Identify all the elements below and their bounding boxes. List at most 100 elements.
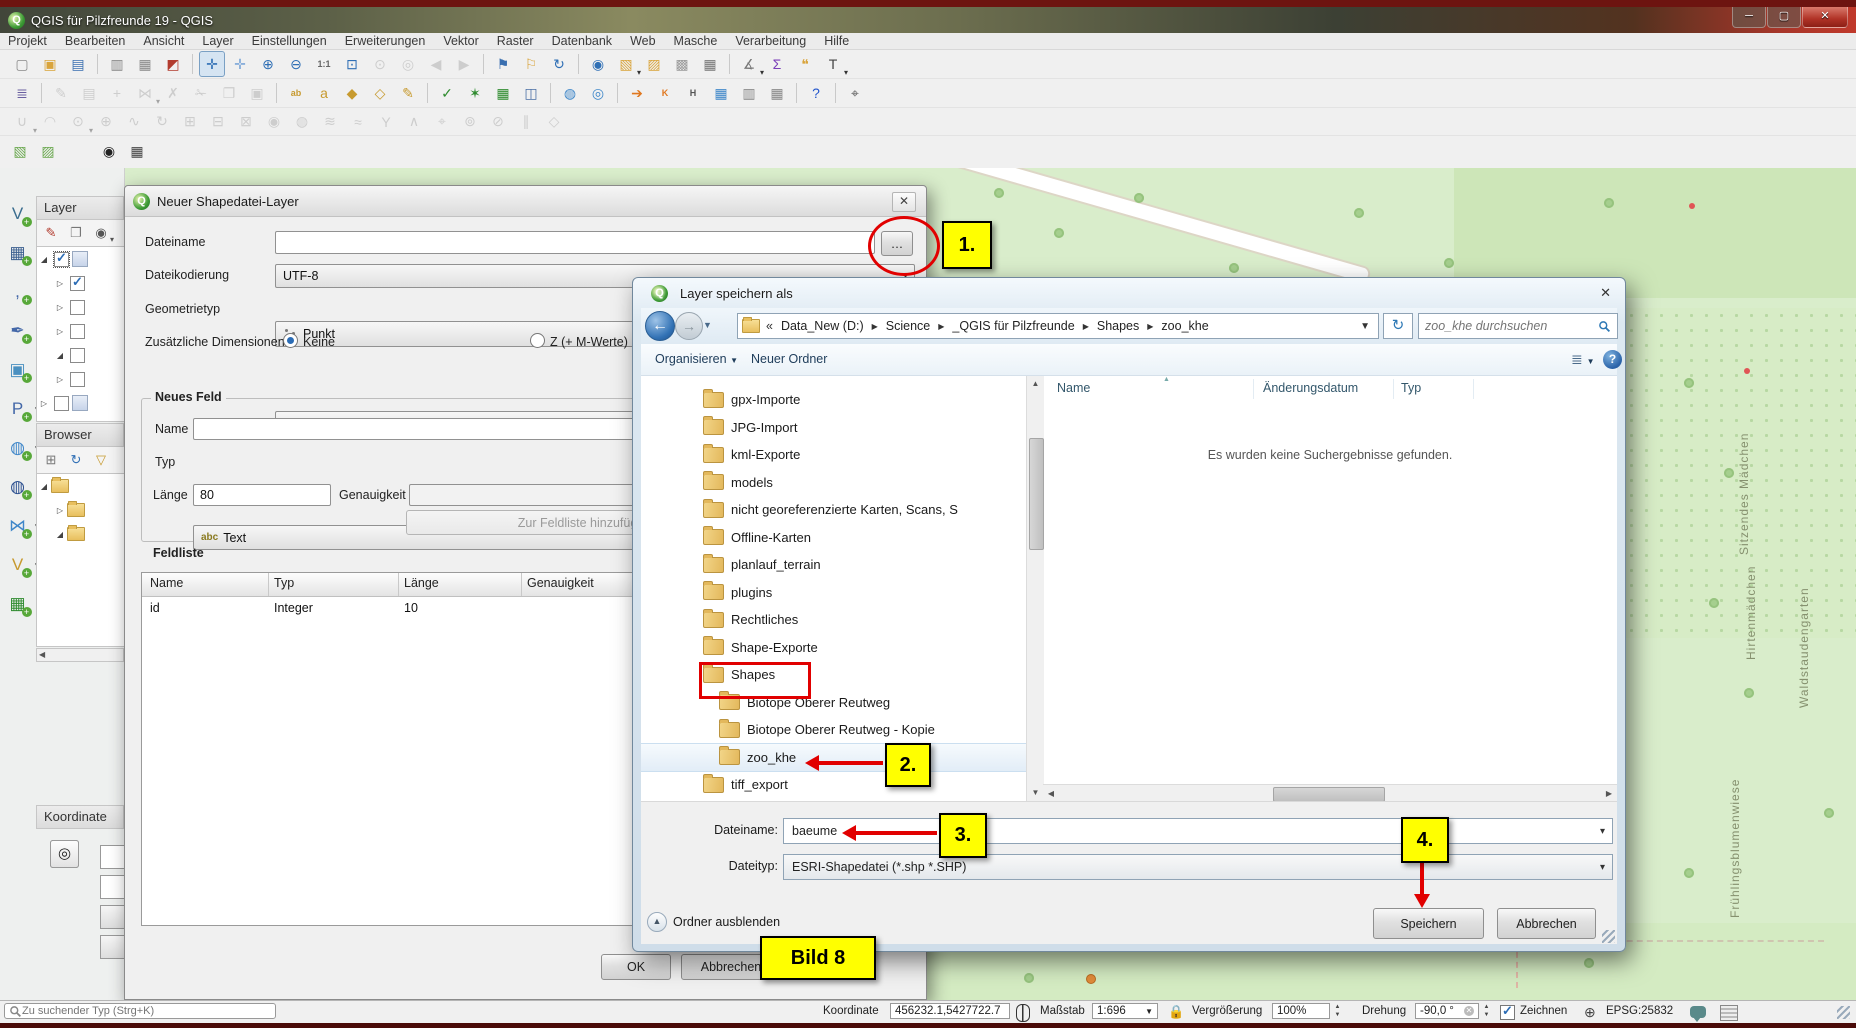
manage-layer-groups-button[interactable]: ❐ — [65, 222, 87, 244]
layer-styling-button[interactable]: ✎ — [40, 222, 62, 244]
zoom-last-button[interactable]: ◀ — [423, 51, 449, 77]
spinner-icon[interactable]: ▲▼ — [1331, 1003, 1344, 1020]
dateiname-field[interactable] — [275, 231, 875, 254]
split-parts-button[interactable]: ∧ — [401, 109, 427, 135]
select-features-button[interactable]: ▧ — [613, 51, 639, 77]
statistics-button[interactable]: Σ — [764, 51, 790, 77]
folder-tree-item[interactable]: models — [641, 469, 1026, 497]
rotate-feature-button[interactable]: ↻ — [149, 109, 175, 135]
koordinate-action-button[interactable] — [100, 935, 126, 959]
back-button[interactable]: ← — [645, 311, 675, 341]
offset-symbol-button[interactable]: ⊘ — [485, 109, 511, 135]
folder-tree-item[interactable]: Offline-Karten — [641, 524, 1026, 552]
menu-item[interactable]: Vektor — [443, 34, 478, 48]
breadcrumb-dropdown-icon[interactable]: ▼ — [1360, 321, 1378, 332]
hide-folders-button[interactable]: ▲Ordner ausblenden — [647, 912, 780, 932]
neuer-ordner-button[interactable]: Neuer Ordner — [751, 352, 827, 366]
quick-export-button[interactable]: ➔ — [624, 80, 650, 106]
layout-manager-button[interactable]: ▦ — [132, 51, 158, 77]
add-wms-button[interactable]: ◍+ — [4, 434, 32, 462]
mesh-calculator-button[interactable]: ▨ — [35, 138, 61, 164]
breadcrumb-item[interactable]: Science▶ — [880, 319, 947, 333]
new-shapefile-layer-button[interactable]: V+ — [4, 200, 32, 228]
forward-button[interactable]: → — [675, 312, 703, 340]
add-wfs-button[interactable]: ◍+ — [4, 473, 32, 501]
add-part-button[interactable]: ⊞ — [177, 109, 203, 135]
label-pin-button[interactable]: ◆ — [339, 80, 365, 106]
coordinate-capture-button[interactable]: ⌖ — [842, 80, 868, 106]
massstab-combo[interactable]: 1:696▼ — [1092, 1003, 1158, 1019]
zeichnen-checkbox[interactable] — [1500, 1005, 1515, 1020]
osm-place-search-button[interactable]: ◍ — [557, 80, 583, 106]
expander-icon[interactable]: ◢ — [37, 482, 51, 491]
import-photos-button[interactable]: ◉ — [96, 138, 122, 164]
scroll-left-icon[interactable]: ◀ — [1043, 785, 1059, 802]
folder-tree-item[interactable]: gpx-Importe — [641, 386, 1026, 414]
koordinate-x-field[interactable] — [100, 845, 126, 869]
save-project-button[interactable]: ▤ — [65, 51, 91, 77]
search-box[interactable] — [1418, 313, 1618, 339]
parallel-lines-button[interactable]: ∥ — [513, 109, 539, 135]
layer-tree-row[interactable]: ◢ — [37, 343, 125, 367]
new-project-button[interactable]: ▢ — [9, 51, 35, 77]
layer-checkbox[interactable] — [70, 300, 85, 315]
scroll-up-icon[interactable]: ▲ — [1027, 376, 1044, 392]
check-geometries-button[interactable]: ✓ — [434, 80, 460, 106]
refresh-map-button[interactable]: ↻ — [546, 51, 572, 77]
add-circle-button[interactable]: ⊕ — [93, 109, 119, 135]
menu-item[interactable]: Bearbeiten — [65, 34, 125, 48]
text-annotation-button[interactable]: T — [820, 51, 846, 77]
close-button[interactable]: ✕ — [1802, 7, 1848, 28]
freehand-annotation-button[interactable]: ✒+ — [4, 317, 32, 345]
breadcrumb[interactable]: « Data_New (D:)▶Science▶_QGIS für Pilzfr… — [737, 313, 1379, 339]
measure-button[interactable]: ∡ — [736, 51, 762, 77]
abbrechen-button[interactable]: Abbrechen — [1497, 908, 1596, 939]
identify-button[interactable]: ◉ — [585, 51, 611, 77]
circle-tool-button[interactable]: ⊙ — [65, 109, 91, 135]
crs-globe-icon[interactable]: ⊕ — [1584, 1004, 1596, 1021]
layer-tree-row[interactable]: ▷ — [37, 319, 125, 343]
expander-icon[interactable]: ▷ — [53, 279, 67, 288]
add-delimited-text-button[interactable]: ,+ — [4, 278, 32, 306]
raster-plugin-button[interactable]: ▦ — [490, 80, 516, 106]
log-messages-icon[interactable] — [1720, 1005, 1738, 1021]
deselect-button[interactable]: ▩ — [669, 51, 695, 77]
menu-item[interactable]: Hilfe — [824, 34, 849, 48]
scroll-right-icon[interactable]: ▶ — [1601, 785, 1617, 802]
labeling-button[interactable]: ab — [283, 80, 309, 106]
menu-item[interactable]: Datenbank — [552, 34, 612, 48]
breadcrumb-item[interactable]: Shapes▶ — [1091, 319, 1156, 333]
reshape-button[interactable]: ≋ — [317, 109, 343, 135]
expander-icon[interactable]: ◢ — [53, 351, 67, 360]
toggle-editing-button[interactable]: ✎ — [48, 80, 74, 106]
folder-tree-item[interactable]: plugins — [641, 579, 1026, 607]
new-raster-layer-button[interactable]: ▦+ — [4, 239, 32, 267]
expander-icon[interactable]: ▷ — [37, 399, 51, 408]
show-bookmarks-button[interactable]: ⚐ — [518, 51, 544, 77]
layer-tree-row[interactable]: ▷ — [37, 295, 125, 319]
zoom-to-selection-button[interactable]: ⊙ — [367, 51, 393, 77]
copy-features-button[interactable]: ❐ — [216, 80, 242, 106]
file-list-header[interactable]: ▲ Name Änderungsdatum Typ — [1043, 376, 1617, 402]
delete-ring-button[interactable]: ⊟ — [205, 109, 231, 135]
files-horizontal-scrollbar[interactable]: ◀▶ — [1043, 784, 1617, 802]
dateiname-input[interactable] — [282, 236, 868, 250]
layer-checkbox[interactable] — [70, 372, 85, 387]
delete-selected-button[interactable]: ✗ — [160, 80, 186, 106]
new-map-view-button[interactable]: ▦ — [124, 138, 150, 164]
dimension-keine-radio[interactable] — [283, 333, 298, 348]
add-virtual-layer-button[interactable]: V+ — [4, 551, 32, 579]
scroll-down-icon[interactable]: ▼ — [1027, 785, 1044, 801]
menu-item[interactable]: Web — [630, 34, 655, 48]
add-postgis-button[interactable]: P+ — [4, 395, 32, 423]
dateityp-combo[interactable]: ESRI-Shapedatei (*.shp *.SHP) — [783, 854, 1613, 880]
dialog-close-button[interactable]: ✕ — [892, 192, 916, 212]
clear-icon[interactable]: ✕ — [1464, 1006, 1474, 1016]
expander-icon[interactable]: ▷ — [53, 327, 67, 336]
koordinate-value-field[interactable]: 456232.1,5427722.7 — [890, 1003, 1010, 1019]
zoom-native-button[interactable]: 1:1 — [311, 51, 337, 77]
zoom-to-layer-button[interactable]: ◎ — [395, 51, 421, 77]
db-manager-button[interactable]: ◫ — [518, 80, 544, 106]
koordinate-y-field[interactable] — [100, 875, 126, 899]
tree-vertical-scrollbar[interactable]: ▲▼ — [1026, 376, 1044, 801]
